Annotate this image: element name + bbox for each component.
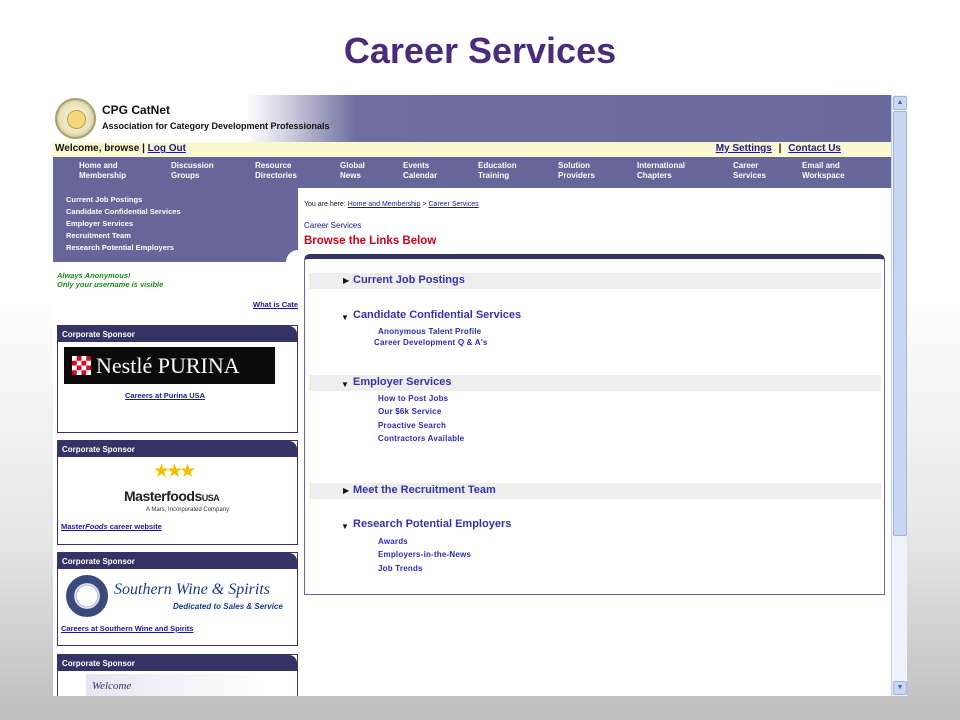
scroll-down-icon[interactable]: ▼ xyxy=(893,681,907,695)
southern-seal-icon xyxy=(66,575,108,617)
nav-discussion-groups[interactable]: Discussion Groups xyxy=(171,161,214,181)
breadcrumb-home-link[interactable]: Home and Membership xyxy=(348,201,421,208)
checkerboard-icon xyxy=(72,356,91,375)
side-item-current-job-postings[interactable]: Current Job Postings xyxy=(66,194,181,206)
category-research-employers[interactable]: ▼ Research Potential Employers xyxy=(309,517,881,533)
nav-education-training[interactable]: Education Training xyxy=(478,161,517,181)
side-item-recruitment-team[interactable]: Recruitment Team xyxy=(66,230,181,242)
sponsor-card-southern: Corporate Sponsor Southern Wine & Spirit… xyxy=(57,552,298,646)
main-nav: Home and Membership Discussion Groups Reso… xyxy=(53,157,891,188)
category-current-job-postings[interactable]: ▶ Current Job Postings xyxy=(309,273,881,289)
nav-resource-directories[interactable]: Resource Directories xyxy=(255,161,297,181)
nav-solution-providers[interactable]: Solution Providers xyxy=(558,161,595,181)
collapse-arrow-icon: ▼ xyxy=(341,313,349,322)
side-item-candidate-confidential[interactable]: Candidate Confidential Services xyxy=(66,206,181,218)
link-how-to-post-jobs[interactable]: How to Post Jobs xyxy=(378,394,448,403)
link-job-trends[interactable]: Job Trends xyxy=(378,564,423,573)
link-6k-service[interactable]: Our $6k Service xyxy=(378,407,441,416)
link-career-development-qa[interactable]: Career Development Q & A's xyxy=(374,338,488,347)
link-proactive-search[interactable]: Proactive Search xyxy=(378,421,446,430)
nav-email-workspace[interactable]: Email and Workspace xyxy=(802,161,845,181)
scroll-up-icon[interactable]: ▲ xyxy=(893,96,907,110)
expand-arrow-icon: ▶ xyxy=(343,276,350,285)
sponsor-header: Corporate Sponsor xyxy=(58,655,297,671)
web-page: CPG CatNet Association for Category Deve… xyxy=(53,95,891,696)
slide-title: Career Services xyxy=(343,30,617,71)
stars-icon: ★★★ xyxy=(153,461,196,482)
sponsor-card-masterfoods: Corporate Sponsor ★★★ MasterfoodsUSA A M… xyxy=(57,440,298,545)
browse-heading: Browse the Links Below xyxy=(304,235,437,247)
anonymous-notice: Always Anonymous! Only your username is … xyxy=(57,271,164,289)
collapse-arrow-icon: ▼ xyxy=(341,380,349,389)
nav-global-news[interactable]: Global News xyxy=(340,161,365,181)
site-tagline: Association for Category Development Pro… xyxy=(102,121,330,131)
purina-careers-link[interactable]: Careers at Purina USA xyxy=(125,391,205,400)
southern-logo-subtitle: Dedicated to Sales & Service xyxy=(173,602,283,611)
link-contractors-available[interactable]: Contractors Available xyxy=(378,434,464,443)
category-employer-services[interactable]: ▼ Employer Services xyxy=(309,375,881,391)
collapse-arrow-icon: ▼ xyxy=(341,522,349,531)
welcome-text: Welcome, browse xyxy=(55,143,140,154)
sponsor-header: Corporate Sponsor xyxy=(58,326,297,342)
vertical-scrollbar[interactable]: ▲ ▼ xyxy=(891,95,907,696)
welcome-separator: | xyxy=(142,143,145,154)
contact-us-link[interactable]: Contact Us xyxy=(788,143,841,154)
category-recruitment-team[interactable]: ▶ Meet the Recruitment Team xyxy=(309,483,881,499)
category-candidate-confidential[interactable]: ▼ Candidate Confidential Services xyxy=(309,308,881,324)
southern-careers-link[interactable]: Careers at Southern Wine and Spirits xyxy=(61,624,193,633)
site-header: CPG CatNet Association for Category Deve… xyxy=(53,95,891,142)
expand-arrow-icon: ▶ xyxy=(343,486,350,495)
nav-events-calendar[interactable]: Events Calendar xyxy=(403,161,437,181)
scroll-thumb[interactable] xyxy=(893,111,907,536)
sponsor-header: Corporate Sponsor xyxy=(58,441,297,457)
logout-link[interactable]: Log Out xyxy=(148,143,186,154)
masterfoods-logo: MasterfoodsUSA xyxy=(124,488,220,504)
settings-separator: | xyxy=(778,143,782,154)
southern-logo-name: Southern Wine & Spirits xyxy=(114,581,270,598)
site-name: CPG CatNet xyxy=(102,103,171,117)
side-item-employer-services[interactable]: Employer Services xyxy=(66,218,181,230)
purina-logo: Nestlé PURINA xyxy=(64,347,275,384)
side-item-research-employers[interactable]: Research Potential Employers xyxy=(66,242,181,254)
masterfoods-subtitle: A Mars, Incorporated Company xyxy=(146,507,230,513)
breadcrumb-current-link[interactable]: Career Services xyxy=(429,201,479,208)
welcome-banner: Welcome xyxy=(86,674,270,696)
link-anonymous-talent-profile[interactable]: Anonymous Talent Profile xyxy=(378,327,481,336)
sponsor-header: Corporate Sponsor xyxy=(58,553,297,569)
nav-home-membership[interactable]: Home and Membership xyxy=(79,161,126,181)
link-employers-in-the-news[interactable]: Employers-in-the-News xyxy=(378,550,471,559)
what-is-link[interactable]: What is Cate xyxy=(253,300,298,309)
sponsor-card-purina: Corporate Sponsor Nestlé PURINA Careers … xyxy=(57,325,298,433)
association-logo xyxy=(55,98,96,139)
link-awards[interactable]: Awards xyxy=(378,537,408,546)
browser-window: CPG CatNet Association for Category Deve… xyxy=(53,95,907,696)
category-box: ▶ Current Job Postings ▼ Candidate Confi… xyxy=(304,254,885,595)
breadcrumb: You are here: Home and Membership > Care… xyxy=(304,201,479,208)
sponsor-card-welcome: Corporate Sponsor Welcome xyxy=(57,654,298,696)
my-settings-link[interactable]: My Settings xyxy=(716,143,772,154)
masterfoods-careers-link[interactable]: MasterFoods career website xyxy=(61,522,162,531)
main-content: You are here: Home and Membership > Care… xyxy=(304,188,891,696)
nav-international-chapters[interactable]: International Chapters xyxy=(637,161,685,181)
nav-career-services[interactable]: Career Services xyxy=(733,161,766,181)
side-menu: Current Job Postings Candidate Confident… xyxy=(53,188,298,262)
section-label: Career Services xyxy=(304,221,362,230)
welcome-bar: Welcome, browse | Log Out My Settings | … xyxy=(53,142,891,157)
